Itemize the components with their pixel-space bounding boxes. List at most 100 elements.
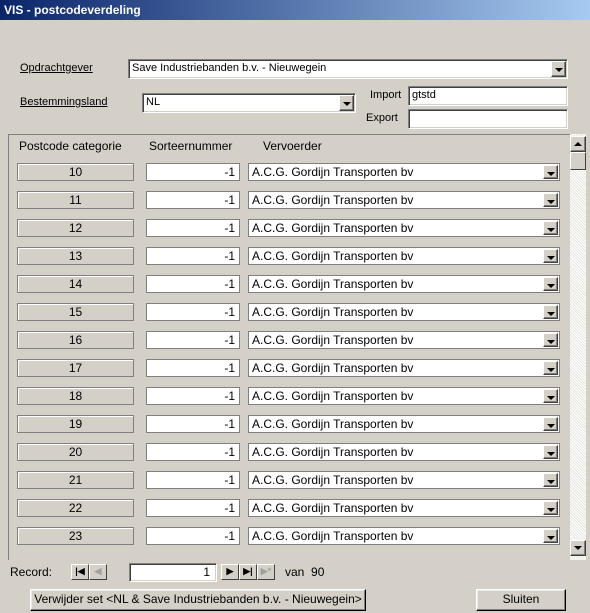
sort-number-field[interactable]: -1 — [146, 387, 240, 405]
sort-number-field[interactable]: -1 — [146, 191, 240, 209]
sort-number-field[interactable]: -1 — [146, 247, 240, 265]
table-row: 13 -1 A.C.G. Gordijn Transporten bv — [9, 241, 571, 269]
opdrachtgever-combo[interactable]: Save Industriebanden b.v. - Nieuwegein — [128, 59, 568, 79]
table-row: 17 -1 A.C.G. Gordijn Transporten bv — [9, 353, 571, 381]
sort-number-field[interactable]: -1 — [146, 443, 240, 461]
carrier-value: A.C.G. Gordijn Transporten bv — [252, 361, 414, 375]
table-row: 22 -1 A.C.G. Gordijn Transporten bv — [9, 493, 571, 521]
chevron-down-icon[interactable] — [543, 417, 558, 431]
sort-number-field[interactable]: -1 — [146, 163, 240, 181]
import-label: Import — [370, 89, 402, 101]
carrier-combo[interactable]: A.C.G. Gordijn Transporten bv — [248, 331, 560, 349]
postcode-category: 14 — [17, 275, 134, 293]
chevron-down-icon[interactable] — [543, 389, 558, 403]
chevron-down-icon[interactable] — [339, 95, 354, 111]
carrier-value: A.C.G. Gordijn Transporten bv — [252, 277, 414, 291]
carrier-combo[interactable]: A.C.G. Gordijn Transporten bv — [248, 499, 560, 517]
delete-set-button[interactable]: Verwijder set <NL & Save Industriebanden… — [30, 589, 366, 611]
vertical-scrollbar[interactable] — [570, 134, 586, 560]
sort-number-field[interactable]: -1 — [146, 275, 240, 293]
carrier-value: A.C.G. Gordijn Transporten bv — [252, 389, 414, 403]
carrier-value: A.C.G. Gordijn Transporten bv — [252, 333, 414, 347]
table-row: 11 -1 A.C.G. Gordijn Transporten bv — [9, 185, 571, 213]
carrier-combo[interactable]: A.C.G. Gordijn Transporten bv — [248, 275, 560, 293]
carrier-value: A.C.G. Gordijn Transporten bv — [252, 417, 414, 431]
chevron-down-icon[interactable] — [543, 445, 558, 459]
carrier-combo[interactable]: A.C.G. Gordijn Transporten bv — [248, 415, 560, 433]
carrier-combo[interactable]: A.C.G. Gordijn Transporten bv — [248, 163, 560, 181]
carrier-value: A.C.G. Gordijn Transporten bv — [252, 305, 414, 319]
table-row: 23 -1 A.C.G. Gordijn Transporten bv — [9, 521, 571, 549]
chevron-down-icon[interactable] — [543, 361, 558, 375]
chevron-down-icon[interactable] — [543, 165, 558, 179]
chevron-down-icon[interactable] — [551, 61, 566, 77]
table-row: 19 -1 A.C.G. Gordijn Transporten bv — [9, 409, 571, 437]
carrier-value: A.C.G. Gordijn Transporten bv — [252, 193, 414, 207]
first-record-icon[interactable]: |◀ — [71, 564, 89, 580]
table-row: 16 -1 A.C.G. Gordijn Transporten bv — [9, 325, 571, 353]
column-header-sorteernummer: Sorteernummer — [149, 139, 233, 153]
bestemmingsland-label: Bestemmingsland — [20, 96, 108, 108]
sort-number-field[interactable]: -1 — [146, 471, 240, 489]
chevron-down-icon[interactable] — [543, 249, 558, 263]
postcode-category: 13 — [17, 247, 134, 265]
record-total: van 90 — [285, 565, 325, 579]
sort-number-field[interactable]: -1 — [146, 359, 240, 377]
carrier-combo[interactable]: A.C.G. Gordijn Transporten bv — [248, 471, 560, 489]
postcode-category: 20 — [17, 443, 134, 461]
postcode-category: 12 — [17, 219, 134, 237]
sort-number-field[interactable]: -1 — [146, 415, 240, 433]
import-field[interactable]: gtstd — [408, 86, 568, 106]
postcode-category: 16 — [17, 331, 134, 349]
carrier-value: A.C.G. Gordijn Transporten bv — [252, 249, 414, 263]
chevron-down-icon[interactable] — [543, 221, 558, 235]
carrier-combo[interactable]: A.C.G. Gordijn Transporten bv — [248, 443, 560, 461]
carrier-value: A.C.G. Gordijn Transporten bv — [252, 165, 414, 179]
sort-number-field[interactable]: -1 — [146, 219, 240, 237]
scroll-up-icon[interactable] — [570, 136, 586, 152]
next-record-icon[interactable]: ▶ — [221, 564, 239, 580]
postcode-grid: Postcode categorie Sorteernummer Vervoer… — [8, 134, 570, 560]
chevron-down-icon[interactable] — [543, 529, 558, 543]
column-header-vervoerder: Vervoerder — [263, 139, 322, 153]
sort-number-field[interactable]: -1 — [146, 303, 240, 321]
carrier-combo[interactable]: A.C.G. Gordijn Transporten bv — [248, 527, 560, 545]
carrier-value: A.C.G. Gordijn Transporten bv — [252, 221, 414, 235]
close-button[interactable]: Sluiten — [476, 589, 566, 611]
grid-header: Postcode categorie Sorteernummer Vervoer… — [9, 135, 571, 157]
table-row: 10 -1 A.C.G. Gordijn Transporten bv — [9, 157, 571, 185]
bestemmingsland-combo[interactable]: NL — [142, 93, 356, 113]
chevron-down-icon[interactable] — [543, 277, 558, 291]
postcode-category: 21 — [17, 471, 134, 489]
carrier-combo[interactable]: A.C.G. Gordijn Transporten bv — [248, 359, 560, 377]
chevron-down-icon[interactable] — [543, 333, 558, 347]
scroll-down-icon[interactable] — [570, 540, 586, 556]
sort-number-field[interactable]: -1 — [146, 331, 240, 349]
scroll-thumb[interactable] — [570, 152, 586, 170]
chevron-down-icon[interactable] — [543, 193, 558, 207]
carrier-value: A.C.G. Gordijn Transporten bv — [252, 529, 414, 543]
carrier-combo[interactable]: A.C.G. Gordijn Transporten bv — [248, 247, 560, 265]
last-record-icon[interactable]: ▶| — [239, 564, 257, 580]
sort-number-field[interactable]: -1 — [146, 527, 240, 545]
record-navigator: Record: |◀ ◀ 1 ▶ ▶| ▶* van 90 — [8, 562, 408, 582]
chevron-down-icon[interactable] — [543, 501, 558, 515]
chevron-down-icon[interactable] — [543, 473, 558, 487]
export-field[interactable] — [408, 109, 568, 129]
chevron-down-icon[interactable] — [543, 305, 558, 319]
table-row: 21 -1 A.C.G. Gordijn Transporten bv — [9, 465, 571, 493]
record-number-field[interactable]: 1 — [129, 563, 217, 582]
opdrachtgever-label: Opdrachtgever — [20, 62, 93, 74]
carrier-value: A.C.G. Gordijn Transporten bv — [252, 473, 414, 487]
postcode-category: 22 — [17, 499, 134, 517]
postcode-category: 10 — [17, 163, 134, 181]
carrier-combo[interactable]: A.C.G. Gordijn Transporten bv — [248, 191, 560, 209]
sort-number-field[interactable]: -1 — [146, 499, 240, 517]
carrier-combo[interactable]: A.C.G. Gordijn Transporten bv — [248, 303, 560, 321]
previous-record-icon[interactable]: ◀ — [89, 564, 107, 580]
carrier-combo[interactable]: A.C.G. Gordijn Transporten bv — [248, 219, 560, 237]
postcode-category: 11 — [17, 191, 134, 209]
postcode-category: 15 — [17, 303, 134, 321]
carrier-combo[interactable]: A.C.G. Gordijn Transporten bv — [248, 387, 560, 405]
new-record-icon[interactable]: ▶* — [257, 564, 275, 580]
